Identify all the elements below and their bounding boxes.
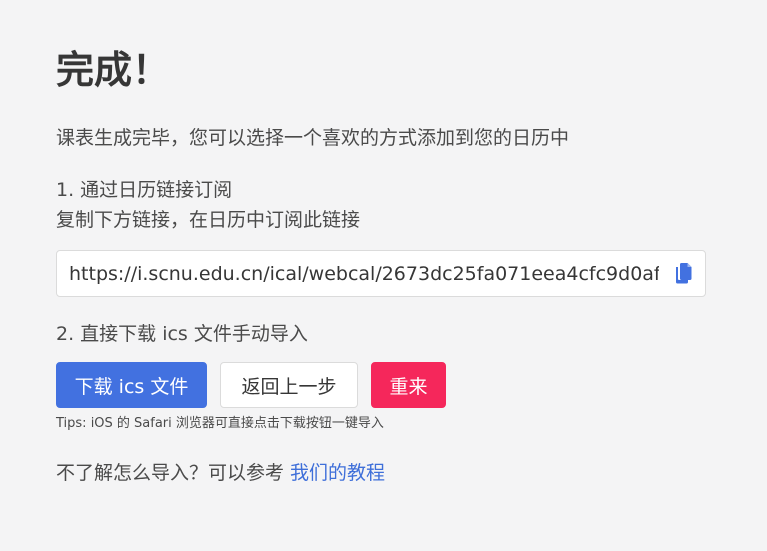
tutorial-link[interactable]: 我们的教程	[290, 462, 385, 484]
tips-text: Tips: iOS 的 Safari 浏览器可直接点击下载按钮一键导入	[56, 416, 384, 431]
help-text: 不了解怎么导入？可以参考 我们的教程	[56, 460, 706, 486]
main-container: 完成！ 课表生成完毕，您可以选择一个喜欢的方式添加到您的日历中 1. 通过日历链…	[56, 40, 706, 486]
action-buttons: 下载 ics 文件 返回上一步 重来	[56, 362, 706, 408]
step1-description: 复制下方链接，在日历中订阅此链接	[56, 209, 361, 231]
back-button[interactable]: 返回上一步	[220, 362, 358, 408]
step1-section: 1. 通过日历链接订阅 复制下方链接，在日历中订阅此链接	[56, 175, 706, 235]
help-prefix: 不了解怎么导入？可以参考	[56, 462, 291, 484]
intro-text: 课表生成完毕，您可以选择一个喜欢的方式添加到您的日历中	[56, 127, 570, 149]
step1-title: 1. 通过日历链接订阅	[56, 179, 233, 201]
download-ics-button[interactable]: 下载 ics 文件	[56, 362, 207, 408]
calendar-url-field[interactable]: https://i.scnu.edu.cn/ical/webcal/2673dc…	[56, 250, 706, 297]
calendar-url-text[interactable]: https://i.scnu.edu.cn/ical/webcal/2673dc…	[69, 263, 659, 285]
restart-button[interactable]: 重来	[371, 362, 446, 408]
page-title: 完成！	[56, 48, 171, 92]
step2-section: 2. 直接下载 ics 文件手动导入	[56, 319, 706, 349]
copy-icon[interactable]	[673, 262, 693, 285]
step2-title: 2. 直接下载 ics 文件手动导入	[56, 323, 308, 345]
